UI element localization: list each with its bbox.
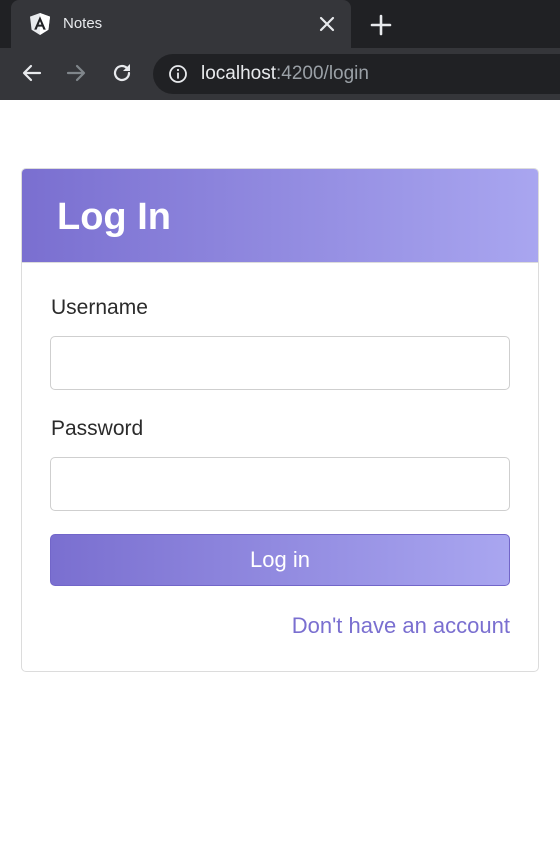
angular-logo-icon xyxy=(30,13,50,35)
browser-toolbar: localhost:4200/login xyxy=(0,48,560,100)
login-button[interactable]: Log in xyxy=(50,534,510,586)
close-icon[interactable] xyxy=(316,13,338,35)
address-bar[interactable]: localhost:4200/login xyxy=(153,54,560,94)
username-label: Username xyxy=(51,296,148,319)
forward-arrow-icon[interactable] xyxy=(64,61,88,85)
username-field[interactable] xyxy=(50,336,510,390)
browser-tab[interactable]: Notes xyxy=(11,0,351,48)
reload-icon[interactable] xyxy=(110,61,134,85)
login-card: Log In Username Password Log in Don't ha… xyxy=(21,168,539,672)
signup-link[interactable]: Don't have an account xyxy=(292,613,510,639)
password-field[interactable] xyxy=(50,457,510,511)
url-text: localhost:4200/login xyxy=(201,63,369,85)
password-label: Password xyxy=(51,417,144,440)
card-header: Log In xyxy=(22,169,538,263)
url-host: localhost xyxy=(201,63,276,84)
new-tab-plus-icon[interactable] xyxy=(368,12,394,38)
back-arrow-icon[interactable] xyxy=(20,61,44,85)
tab-title: Notes xyxy=(63,15,103,32)
page-title: Log In xyxy=(57,196,171,238)
url-path: :4200/login xyxy=(276,63,369,84)
browser-tabstrip: Notes xyxy=(0,0,560,48)
info-icon[interactable] xyxy=(168,64,188,84)
